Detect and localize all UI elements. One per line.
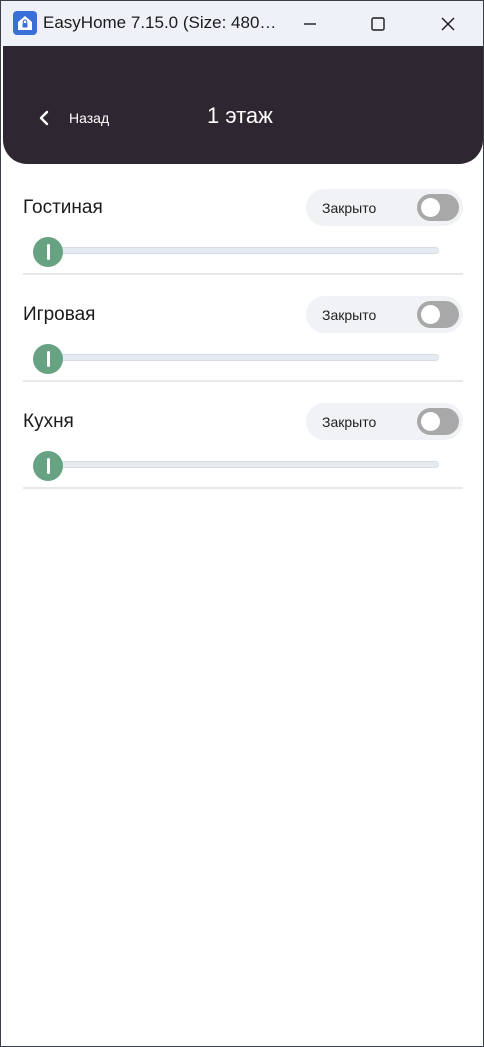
level-slider-thumb[interactable] bbox=[33, 344, 63, 374]
slider-grip-icon bbox=[46, 351, 50, 367]
maximize-icon bbox=[371, 16, 385, 31]
page-title: 1 этаж bbox=[207, 103, 273, 128]
toggle-knob bbox=[421, 198, 440, 217]
close-icon bbox=[441, 17, 455, 30]
app-window: EasyHome 7.15.0 (Size: 480… Назад 1 этаж… bbox=[0, 0, 484, 1047]
toggle-knob bbox=[421, 305, 440, 324]
back-button[interactable]: Назад bbox=[35, 103, 109, 133]
title-bar: EasyHome 7.15.0 (Size: 480… bbox=[1, 1, 483, 46]
room-card: Кухня Закрыто bbox=[23, 382, 463, 489]
status-label: Закрыто bbox=[322, 414, 377, 430]
maximize-button[interactable] bbox=[355, 1, 401, 46]
room-toggle[interactable] bbox=[417, 194, 459, 221]
level-slider-thumb[interactable] bbox=[33, 451, 63, 481]
minimize-icon bbox=[304, 22, 316, 25]
back-button-label: Назад bbox=[69, 110, 110, 126]
room-card: Гостиная Закрыто bbox=[23, 187, 463, 275]
minimize-button[interactable] bbox=[287, 1, 333, 46]
status-pill: Закрыто bbox=[306, 296, 463, 333]
room-name: Гостиная bbox=[23, 197, 103, 218]
room-name: Кухня bbox=[23, 411, 74, 432]
room-list: Гостиная Закрыто Игровая Закрыто Кухня З… bbox=[23, 187, 463, 489]
room-card: Игровая Закрыто bbox=[23, 275, 463, 382]
toggle-knob bbox=[421, 412, 440, 431]
status-pill: Закрыто bbox=[306, 403, 463, 440]
level-slider-track[interactable] bbox=[47, 461, 439, 468]
window-title: EasyHome 7.15.0 (Size: 480… bbox=[43, 13, 275, 32]
home-lock-icon bbox=[13, 11, 37, 35]
room-toggle[interactable] bbox=[417, 408, 459, 435]
slider-grip-icon bbox=[46, 244, 50, 260]
status-label: Закрыто bbox=[322, 200, 377, 216]
close-button[interactable] bbox=[425, 1, 471, 46]
level-slider-thumb[interactable] bbox=[33, 237, 63, 267]
level-slider-track[interactable] bbox=[47, 354, 439, 361]
room-toggle[interactable] bbox=[417, 301, 459, 328]
slider-grip-icon bbox=[46, 458, 50, 474]
status-pill: Закрыто bbox=[306, 189, 463, 226]
status-label: Закрыто bbox=[322, 307, 377, 323]
room-name: Игровая bbox=[23, 304, 96, 325]
level-slider-track[interactable] bbox=[47, 247, 439, 254]
chevron-left-icon bbox=[39, 110, 49, 126]
